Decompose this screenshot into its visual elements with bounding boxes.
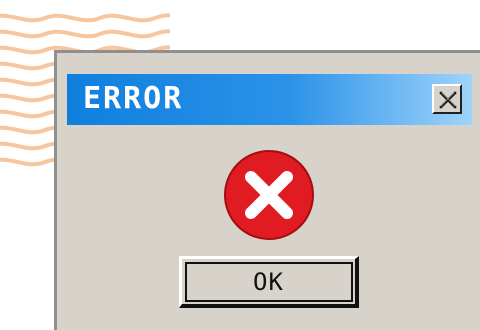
dialog-titlebar[interactable]: ERROR — [67, 74, 472, 125]
dialog-title: ERROR — [83, 81, 184, 116]
close-icon — [439, 91, 457, 109]
screen: ERROR OK — [0, 0, 480, 330]
error-dialog-window: ERROR OK — [54, 50, 480, 330]
ok-button[interactable]: OK — [179, 256, 359, 308]
close-button[interactable] — [432, 84, 462, 114]
ok-button-label: OK — [253, 268, 284, 296]
error-icon — [224, 150, 314, 240]
